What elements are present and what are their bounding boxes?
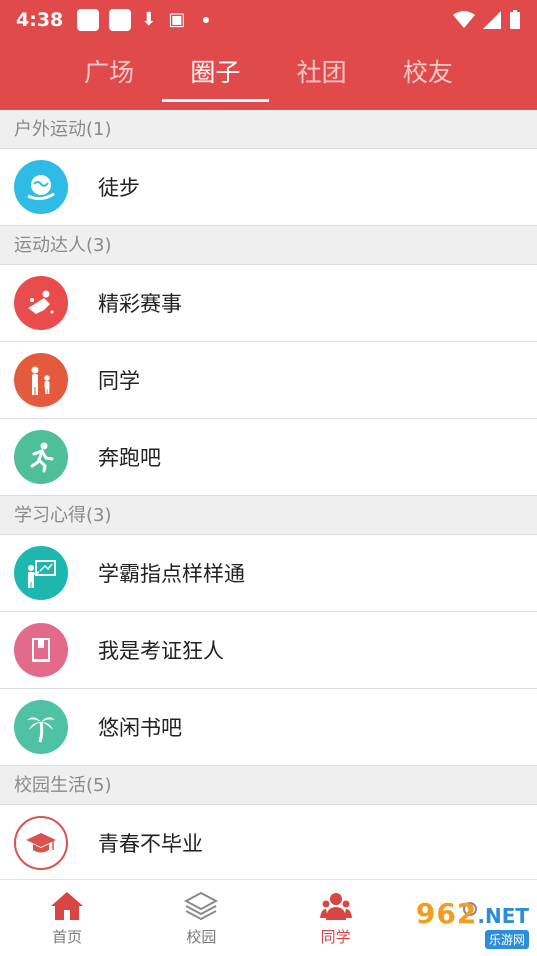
nav-campus[interactable]: 校园 [134,880,268,956]
list-item[interactable]: 徒步 [0,149,537,226]
nav-classmates[interactable]: 同学 [269,880,403,956]
book-icon [14,623,68,677]
runner-icon [14,430,68,484]
sport-figure-icon [14,276,68,330]
tab-square[interactable]: 广场 [56,40,162,110]
notification-icon [109,9,132,31]
download-icon: ⬇ [141,9,157,30]
list-item[interactable]: 同学 [0,342,537,419]
notification-icon [77,9,100,31]
watermark-logo: 962.NET 乐游网 [397,896,529,950]
teacher-board-icon [14,546,68,600]
item-label: 同学 [98,369,140,393]
status-time: 4:38 [16,9,64,31]
nav-home[interactable]: 首页 [0,880,134,956]
section-header: 运动达人(3) [0,226,537,265]
more-notifications-icon [203,17,210,23]
watermark-net: .NET [477,904,529,928]
item-label: 徒步 [98,176,140,200]
group-list: 户外运动(1) 徒步 运动达人(3) 精彩赛事 同学 奔跑吧 学习心得(3) 学… [0,110,537,882]
watermark-text: 乐游网 [484,930,529,949]
item-label: 我是考证狂人 [98,639,224,663]
home-icon [51,891,84,920]
top-tab-bar: 广场 圈子 社团 校友 [0,40,537,110]
globe-hand-icon [14,160,68,214]
section-header: 学习心得(3) [0,496,537,535]
signal-icon [483,11,501,29]
tab-circle[interactable]: 圈子 [162,40,269,110]
list-item[interactable]: 悠闲书吧 [0,689,537,766]
list-item[interactable]: 青春不毕业 [0,805,537,882]
watermark-number: 962 [415,897,478,930]
layers-icon [184,891,219,920]
item-label: 学霸指点样样通 [98,562,245,586]
battery-icon [510,10,520,29]
section-header: 校园生活(5) [0,766,537,805]
tab-clubs[interactable]: 社团 [269,40,375,110]
wifi-icon [453,11,475,28]
list-item[interactable]: 奔跑吧 [0,419,537,496]
nav-label: 首页 [52,927,83,946]
status-right [453,10,521,30]
graduation-cap-icon [14,816,68,870]
nav-label: 校园 [186,927,217,946]
item-label: 青春不毕业 [98,832,203,856]
parent-child-icon [14,353,68,407]
item-label: 精彩赛事 [98,292,182,316]
section-header: 户外运动(1) [0,110,537,149]
palm-tree-icon [14,700,68,754]
list-item[interactable]: 精彩赛事 [0,265,537,342]
list-item[interactable]: 我是考证狂人 [0,612,537,689]
app-notification-icon: ▣ [168,9,186,30]
status-bar: 4:38 ⬇ ▣ [0,0,537,40]
people-icon [319,892,352,920]
list-item[interactable]: 学霸指点样样通 [0,535,537,612]
nav-label: 同学 [320,927,351,946]
item-label: 悠闲书吧 [98,716,182,740]
tab-alumni[interactable]: 校友 [375,40,481,110]
item-label: 奔跑吧 [98,446,161,470]
